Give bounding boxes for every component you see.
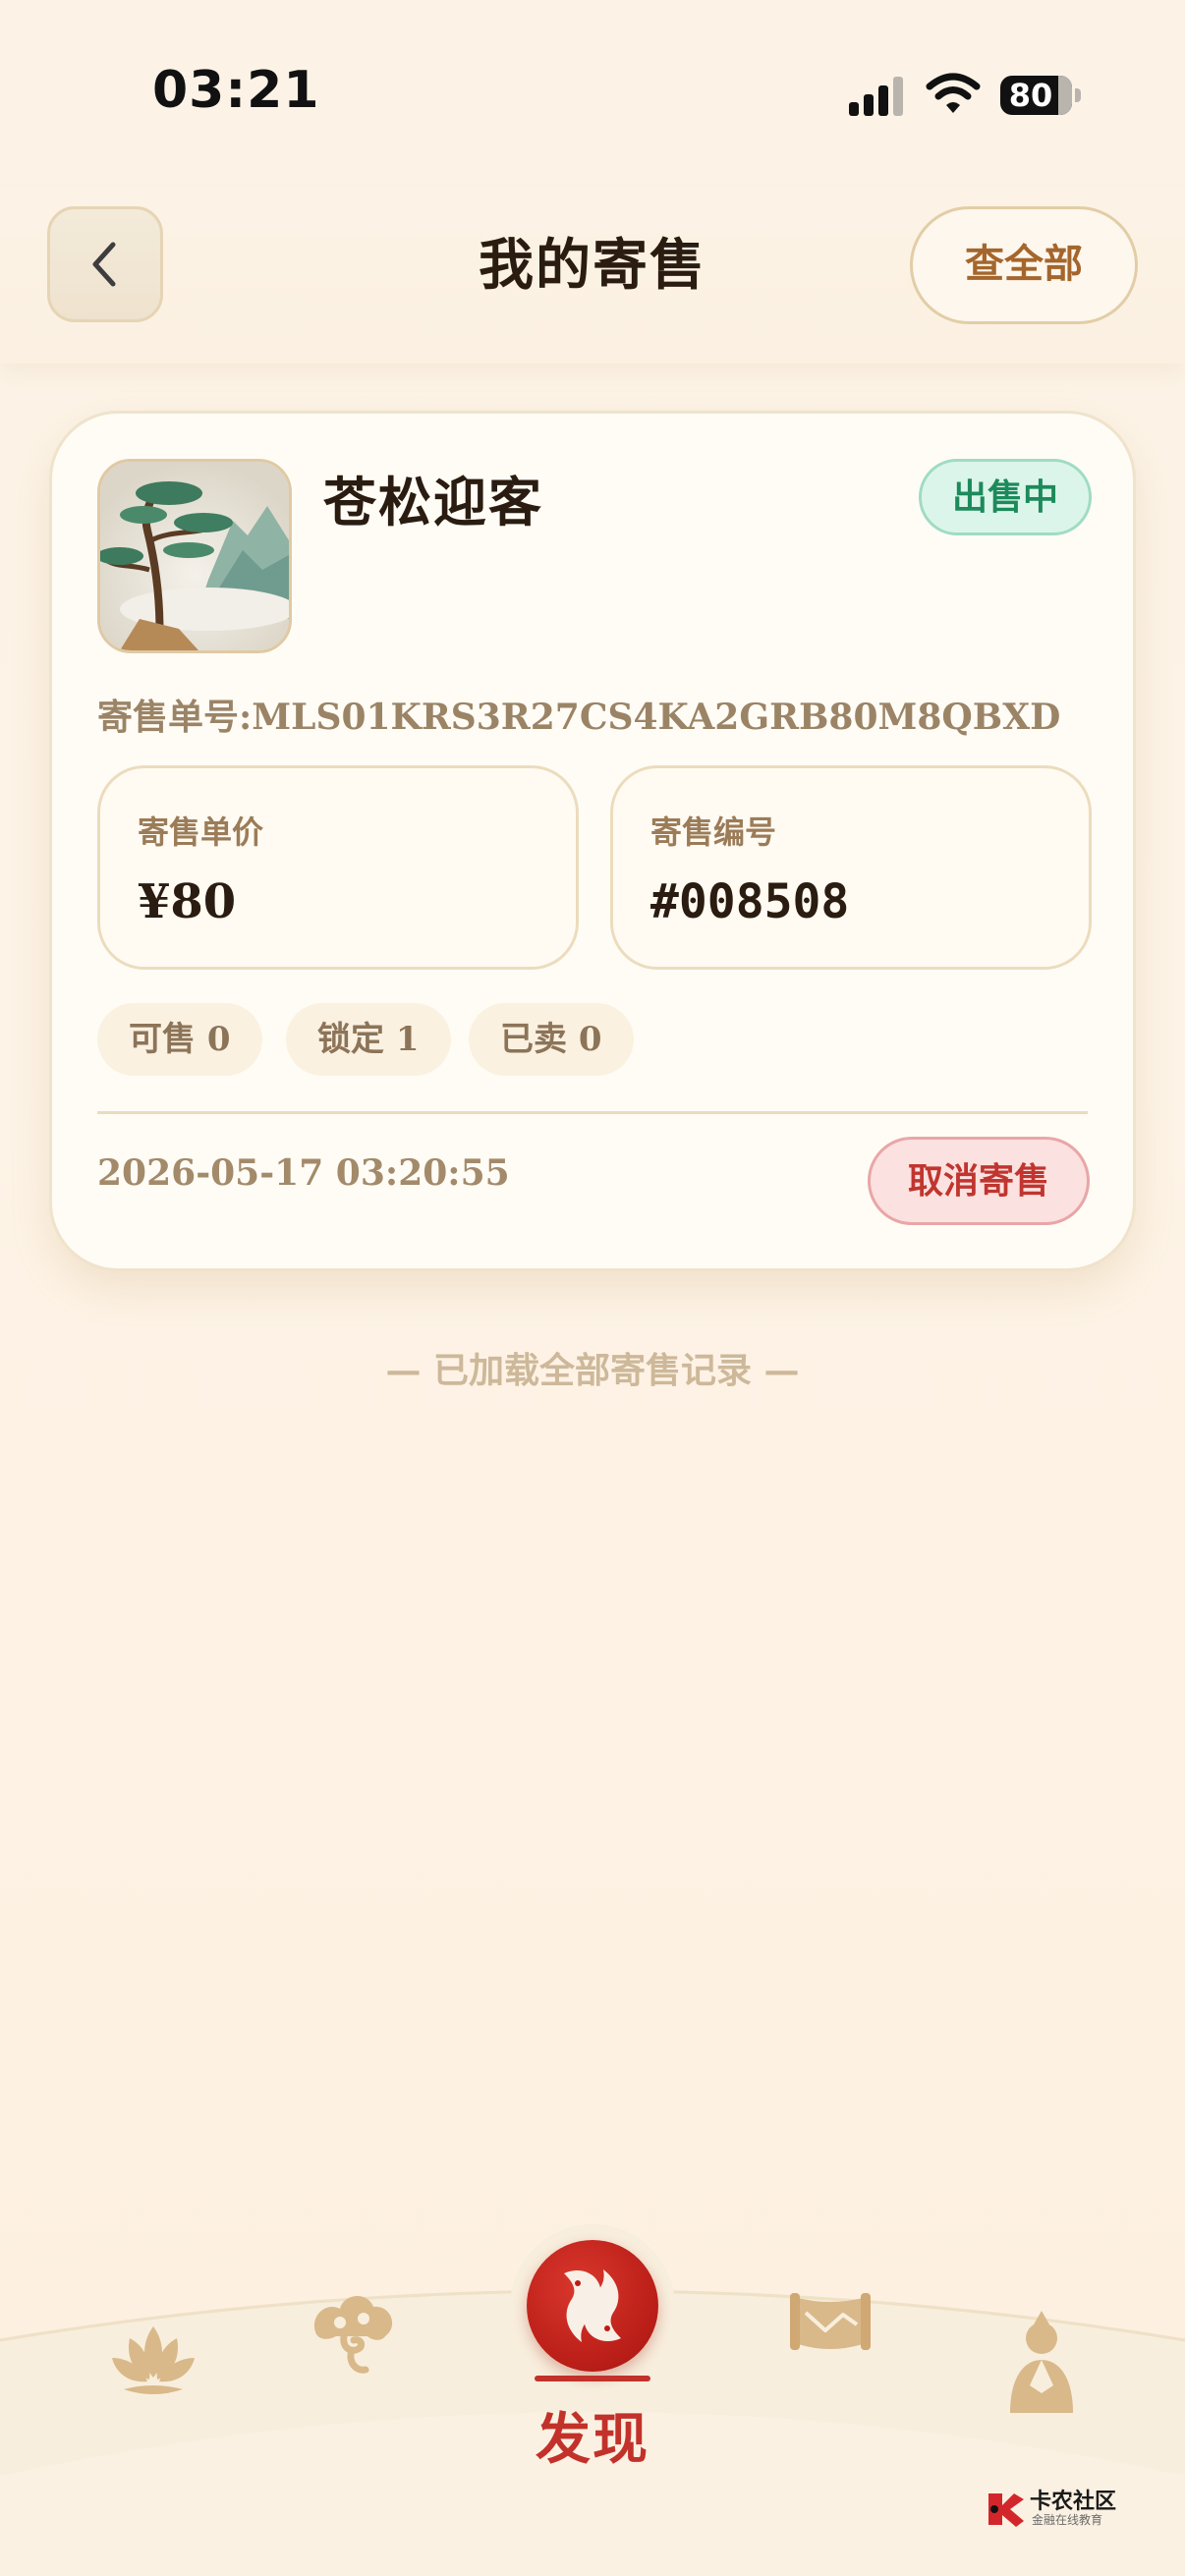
nav-discover-tab[interactable] (527, 2240, 658, 2372)
chevron-left-icon (92, 242, 116, 287)
nav-scroll-tab[interactable] (790, 2291, 871, 2356)
serial-label: 寄售编号 (650, 813, 777, 851)
watermark-subtitle: 金融在线教育 (1032, 2513, 1103, 2527)
price-value: ¥80 (138, 874, 237, 929)
header: 我的寄售 查全部 (0, 187, 1185, 364)
nav-active-indicator (535, 2376, 650, 2381)
cancel-consignment-button[interactable]: 取消寄售 (868, 1137, 1090, 1225)
back-button[interactable] (47, 206, 163, 322)
locked-count-chip: 锁定 1 (286, 1003, 451, 1076)
order-number-line: 寄售单号:MLS01KRS3R27CS4KA2GRB80M8QBXD (97, 689, 1060, 740)
wifi-icon (926, 73, 981, 113)
available-count-chip: 可售 0 (97, 1003, 262, 1076)
nav-cloud-tab[interactable] (307, 2289, 397, 2378)
cellular-signal-icon (849, 77, 903, 116)
status-badge: 出售中 (919, 459, 1092, 535)
kanong-logo-icon (988, 2493, 1024, 2527)
view-all-button[interactable]: 查全部 (910, 206, 1138, 324)
sold-count-chip: 已卖 0 (469, 1003, 634, 1076)
nav-profile-tab[interactable] (1002, 2309, 1081, 2415)
price-box: 寄售单价 ¥80 (97, 765, 579, 970)
consignment-timestamp: 2026-05-17 03:20:55 (97, 1152, 510, 1194)
watermark: 卡农社区 金融在线教育 (985, 2484, 1132, 2533)
status-time: 03:21 (152, 61, 320, 120)
list-end-note: — 已加载全部寄售记录 — (385, 1350, 800, 1391)
battery-level: 80 (1008, 77, 1053, 114)
order-number-value: MLS01KRS3R27CS4KA2GRB80M8QBXD (252, 697, 1061, 738)
status-bar: 03:21 80 (0, 0, 1185, 187)
card-divider (97, 1111, 1088, 1114)
serial-value: #008508 (650, 874, 850, 929)
battery-icon: 80 (1000, 75, 1081, 116)
lotus-icon (112, 2326, 195, 2394)
pine-painting-image (100, 462, 289, 650)
nav-lotus-tab[interactable] (110, 2321, 197, 2399)
item-name: 苍松迎客 (323, 471, 543, 533)
person-icon (1010, 2311, 1073, 2413)
fish-yinyang-icon (564, 2269, 621, 2342)
scroll-icon (790, 2293, 871, 2350)
serial-box: 寄售编号 #008508 (610, 765, 1092, 970)
nav-discover-label: 发现 (536, 2407, 649, 2472)
page-title: 我的寄售 (479, 233, 706, 298)
price-label: 寄售单价 (138, 813, 264, 851)
order-number-label: 寄售单号: (97, 697, 253, 738)
cloud-icon (313, 2295, 393, 2374)
consignment-card[interactable]: 苍松迎客 出售中 寄售单号:MLS01KRS3R27CS4KA2GRB80M8Q… (49, 411, 1136, 1271)
item-thumbnail (97, 459, 292, 653)
